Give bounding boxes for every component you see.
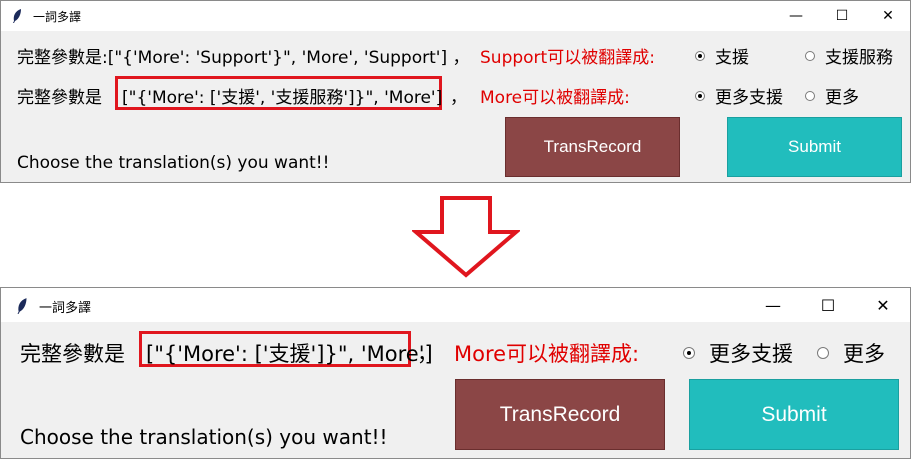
- radio-option[interactable]: 支援服務: [805, 43, 893, 68]
- radio-option[interactable]: 更多: [817, 338, 885, 368]
- instruction-text: Choose the translation(s) you want!!: [20, 425, 388, 449]
- title-bar: 一詞多譯 — ☐ ✕: [1, 288, 910, 322]
- full-params-suffix: ，: [450, 88, 467, 108]
- maximize-icon[interactable]: ☐: [819, 1, 865, 31]
- radio-label: 更多: [825, 88, 859, 108]
- radio-option[interactable]: 支援: [695, 43, 749, 68]
- feather-icon: [15, 297, 29, 319]
- minimize-icon[interactable]: —: [746, 288, 800, 322]
- transrecord-button[interactable]: TransRecord: [505, 117, 680, 177]
- radio-icon[interactable]: [805, 90, 815, 101]
- close-icon[interactable]: ✕: [865, 1, 911, 31]
- window-title: 一詞多譯: [33, 10, 82, 24]
- translate-label: More可以被翻譯成:: [454, 342, 640, 366]
- radio-label: 更多支援: [715, 88, 783, 108]
- full-params-value: ["{'More': ['支援']}", 'More']: [146, 342, 433, 366]
- radio-icon[interactable]: [817, 347, 829, 359]
- translate-label: More可以被翻譯成:: [480, 88, 630, 108]
- radio-icon[interactable]: [695, 90, 705, 101]
- transrecord-button[interactable]: TransRecord: [455, 379, 665, 450]
- full-params-prefix: 完整參數是: [17, 88, 102, 108]
- title-bar: 一詞多譯 — ☐ ✕: [1, 1, 910, 31]
- window-after: 一詞多譯 — ☐ ✕ 完整參數是 ["{'More': ['支援']}", 'M…: [0, 287, 911, 459]
- radio-icon[interactable]: [683, 347, 695, 359]
- window-title: 一詞多譯: [39, 301, 92, 316]
- radio-option[interactable]: 更多: [805, 83, 859, 108]
- instruction-text: Choose the translation(s) you want!!: [17, 153, 330, 173]
- translate-label: Support可以被翻譯成:: [480, 48, 655, 68]
- full-params-text: 完整參數是:["{'More': 'Support'}", 'More', 'S…: [17, 48, 470, 68]
- radio-option[interactable]: 更多支援: [683, 338, 793, 368]
- radio-label: 支援服務: [825, 48, 893, 68]
- window-before: 一詞多譯 — ☐ ✕ 完整參數是:["{'More': 'Support'}",…: [0, 0, 911, 183]
- radio-option[interactable]: 更多支援: [695, 83, 783, 108]
- submit-button[interactable]: Submit: [727, 117, 902, 177]
- full-params-value: ["{'More': ['支援', '支援服務']}", 'More']: [122, 88, 443, 108]
- submit-button[interactable]: Submit: [689, 379, 899, 450]
- radio-icon[interactable]: [695, 50, 705, 61]
- feather-icon: [11, 8, 23, 28]
- maximize-icon[interactable]: ☐: [801, 288, 855, 322]
- close-icon[interactable]: ✕: [856, 288, 910, 322]
- radio-icon[interactable]: [805, 50, 815, 61]
- radio-label: 更多: [843, 342, 885, 366]
- full-params-suffix: ，: [417, 342, 438, 366]
- down-arrow-icon: [410, 196, 522, 282]
- radio-label: 更多支援: [709, 342, 793, 366]
- radio-label: 支援: [715, 48, 749, 68]
- full-params-prefix: 完整參數是: [20, 342, 125, 366]
- minimize-icon[interactable]: —: [773, 1, 819, 31]
